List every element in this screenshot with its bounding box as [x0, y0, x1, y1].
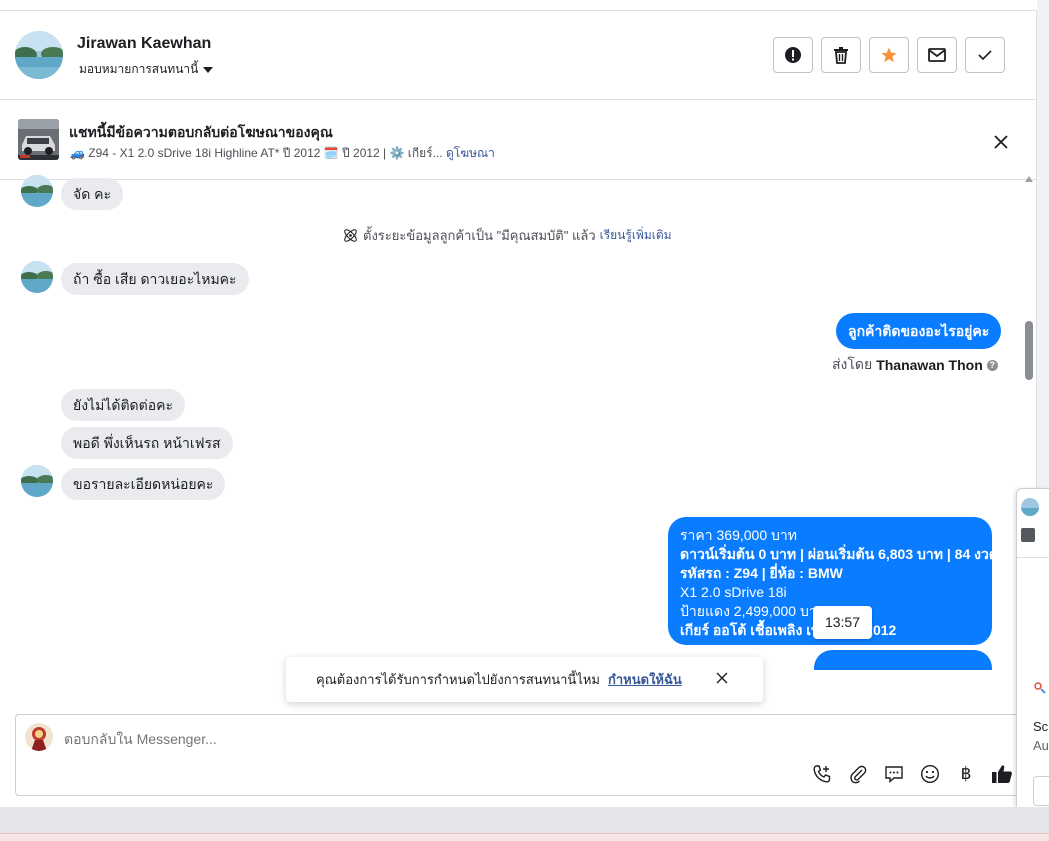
- side-notification-panel: Scr Au: [1016, 488, 1049, 822]
- ad-subtitle-text: 🚙 Z94 - X1 2.0 sDrive 18i Highline AT* ป…: [70, 146, 443, 160]
- detail-line: X1 2.0 sDrive 18i: [680, 584, 787, 600]
- star-icon: [881, 47, 897, 63]
- help-icon[interactable]: ?: [986, 359, 998, 371]
- star-button[interactable]: [869, 37, 909, 73]
- contact-avatar-small: [21, 261, 53, 293]
- emoji-icon: [920, 764, 940, 784]
- reply-composer: ฿: [15, 714, 1037, 796]
- divider: [1017, 557, 1049, 558]
- incoming-message: ยังไม่ได้ติดต่อคะ: [61, 389, 186, 421]
- incoming-message: พอดี พึ่งเห็นรถ หน้าเฟรส: [61, 427, 233, 459]
- trash-icon: [834, 47, 848, 64]
- incoming-message: ถ้า ซื้อ เสีย ดาวเยอะไหมคะ: [61, 263, 249, 295]
- contact-avatar-small: [21, 175, 53, 207]
- ad-thumbnail[interactable]: [18, 119, 59, 160]
- incoming-message: จัด คะ: [61, 178, 124, 210]
- outgoing-message-partial: [814, 650, 992, 670]
- scrollbar-thumb[interactable]: [1025, 321, 1033, 380]
- caret-down-icon: [203, 66, 214, 73]
- baht-icon: ฿: [960, 764, 972, 784]
- delete-button[interactable]: [821, 37, 861, 73]
- notification-avatar: [1021, 498, 1039, 516]
- ad-banner-title: แชทนี้มีข้อความตอบกลับต่อโฆษณาของคุณ: [69, 124, 333, 140]
- call-button[interactable]: [811, 763, 833, 785]
- notification-subtitle: Au: [1033, 738, 1049, 753]
- detail-line: รหัสรถ : Z94 | ยี่ห้อ : BMW: [680, 565, 843, 581]
- notification-thumbnail: [1021, 528, 1035, 542]
- saved-reply-button[interactable]: [883, 763, 905, 785]
- page-footer-bar: [0, 807, 1049, 833]
- incoming-message: ขอรายละเอียดหน่อยคะ: [61, 468, 226, 500]
- check-icon: [978, 50, 992, 61]
- ad-reply-banner: แชทนี้มีข้อความตอบกลับต่อโฆษณาของคุณ 🚙 Z…: [0, 100, 1037, 180]
- close-icon: [994, 135, 1008, 149]
- report-icon: [785, 47, 801, 63]
- atom-icon: [344, 229, 357, 242]
- notification-action-button[interactable]: [1033, 776, 1049, 806]
- view-ad-link[interactable]: ดูโฆษณา: [446, 146, 495, 160]
- envelope-icon: [928, 48, 946, 62]
- assign-prompt-toast: คุณต้องการได้รับการกำหนดไปยังการสนทนานี้…: [286, 657, 763, 702]
- ad-banner-subtitle: 🚙 Z94 - X1 2.0 sDrive 18i Highline AT* ป…: [70, 144, 495, 163]
- contact-name[interactable]: Jirawan Kaewhan: [77, 35, 211, 53]
- close-icon[interactable]: [714, 670, 730, 686]
- phone-plus-icon: [813, 765, 831, 783]
- sent-by-prefix: ส่งโดย: [832, 356, 873, 372]
- emoji-button[interactable]: [919, 763, 941, 785]
- mark-unread-button[interactable]: [917, 37, 957, 73]
- contact-avatar[interactable]: [15, 31, 63, 79]
- attach-button[interactable]: [847, 763, 869, 785]
- detail-line: ดาวน์เริ่มต้น 0 บาท | ผ่อนเริ่มต้น 6,803…: [680, 546, 992, 562]
- system-note: ตั้งระยะข้อมูลลูกค้าเป็น "มีคุณสมบัติ" แ…: [342, 225, 672, 246]
- message-time-tooltip: 13:57: [813, 606, 872, 639]
- notification-row[interactable]: [1017, 524, 1049, 550]
- assign-dropdown[interactable]: มอบหมายการสนทนานี้: [79, 60, 214, 79]
- learn-more-link[interactable]: เรียนรู้เพิ่มเติม: [600, 226, 672, 245]
- top-bar: [0, 0, 1037, 11]
- detail-line: ราคา 369,000 บาท: [680, 527, 797, 543]
- contact-avatar-small: [21, 465, 53, 497]
- page-avatar: [25, 723, 53, 751]
- assign-to-me-link[interactable]: กำหนดให้ฉัน: [608, 669, 682, 690]
- taskbar-edge: [0, 833, 1049, 841]
- saved-reply-icon: [885, 766, 903, 784]
- app-logo-icon: [1034, 682, 1046, 694]
- report-button[interactable]: [773, 37, 813, 73]
- scroll-up-arrow[interactable]: [1025, 176, 1033, 182]
- system-note-text: ตั้งระยะข้อมูลลูกค้าเป็น "มีคุณสมบัติ" แ…: [363, 228, 596, 243]
- app-window: Jirawan Kaewhan มอบหมายการสนทนานี้ แชทนี…: [0, 0, 1049, 841]
- like-button[interactable]: [991, 763, 1013, 785]
- sent-by-label: ส่งโดย Thanawan Thon ?: [832, 354, 998, 376]
- payment-button[interactable]: ฿: [955, 763, 977, 785]
- thumbs-up-icon: [992, 765, 1012, 783]
- reply-input[interactable]: [64, 731, 764, 747]
- sent-by-name: Thanawan Thon: [876, 357, 983, 373]
- toast-text: คุณต้องการได้รับการกำหนดไปยังการสนทนานี้…: [316, 672, 600, 687]
- mark-done-button[interactable]: [965, 37, 1005, 73]
- outgoing-message: ลูกค้าติดของอะไรอยู่คะ: [836, 313, 1002, 349]
- assign-label: มอบหมายการสนทนานี้: [79, 62, 199, 76]
- notification-title: Scr: [1033, 719, 1049, 734]
- notification-row[interactable]: [1017, 495, 1049, 521]
- conversation-header: Jirawan Kaewhan มอบหมายการสนทนานี้: [0, 11, 1037, 100]
- close-banner-button[interactable]: [990, 131, 1012, 153]
- paperclip-icon: [850, 765, 867, 784]
